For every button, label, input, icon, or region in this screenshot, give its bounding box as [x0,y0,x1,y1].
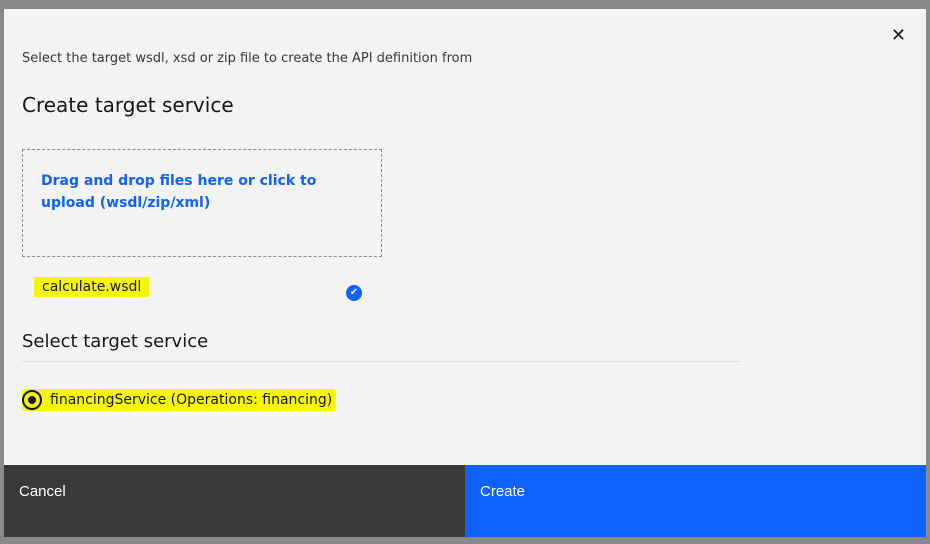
divider [22,361,740,362]
dropzone-text: Drag and drop files here or click to upl… [41,173,317,211]
checkmark-filled-icon: ✔ [346,285,362,301]
radio-button-selected[interactable] [22,390,42,410]
uploaded-file-name: calculate.wsdl [34,277,150,297]
create-target-service-modal: ✕ Select the target wsdl, xsd or zip fil… [4,9,926,537]
service-radio-label: financingService (Operations: financing) [50,392,333,408]
service-radio-option[interactable]: financingService (Operations: financing) [22,389,337,411]
close-icon[interactable]: ✕ [891,27,906,45]
modal-footer: Cancel Create [4,465,926,537]
section-title: Select target service [22,331,209,352]
modal-title: Create target service [22,93,234,117]
create-button[interactable]: Create [465,465,926,537]
modal-label: Select the target wsdl, xsd or zip file … [22,51,473,66]
cancel-button[interactable]: Cancel [4,465,465,537]
file-dropzone[interactable]: Drag and drop files here or click to upl… [22,149,382,257]
